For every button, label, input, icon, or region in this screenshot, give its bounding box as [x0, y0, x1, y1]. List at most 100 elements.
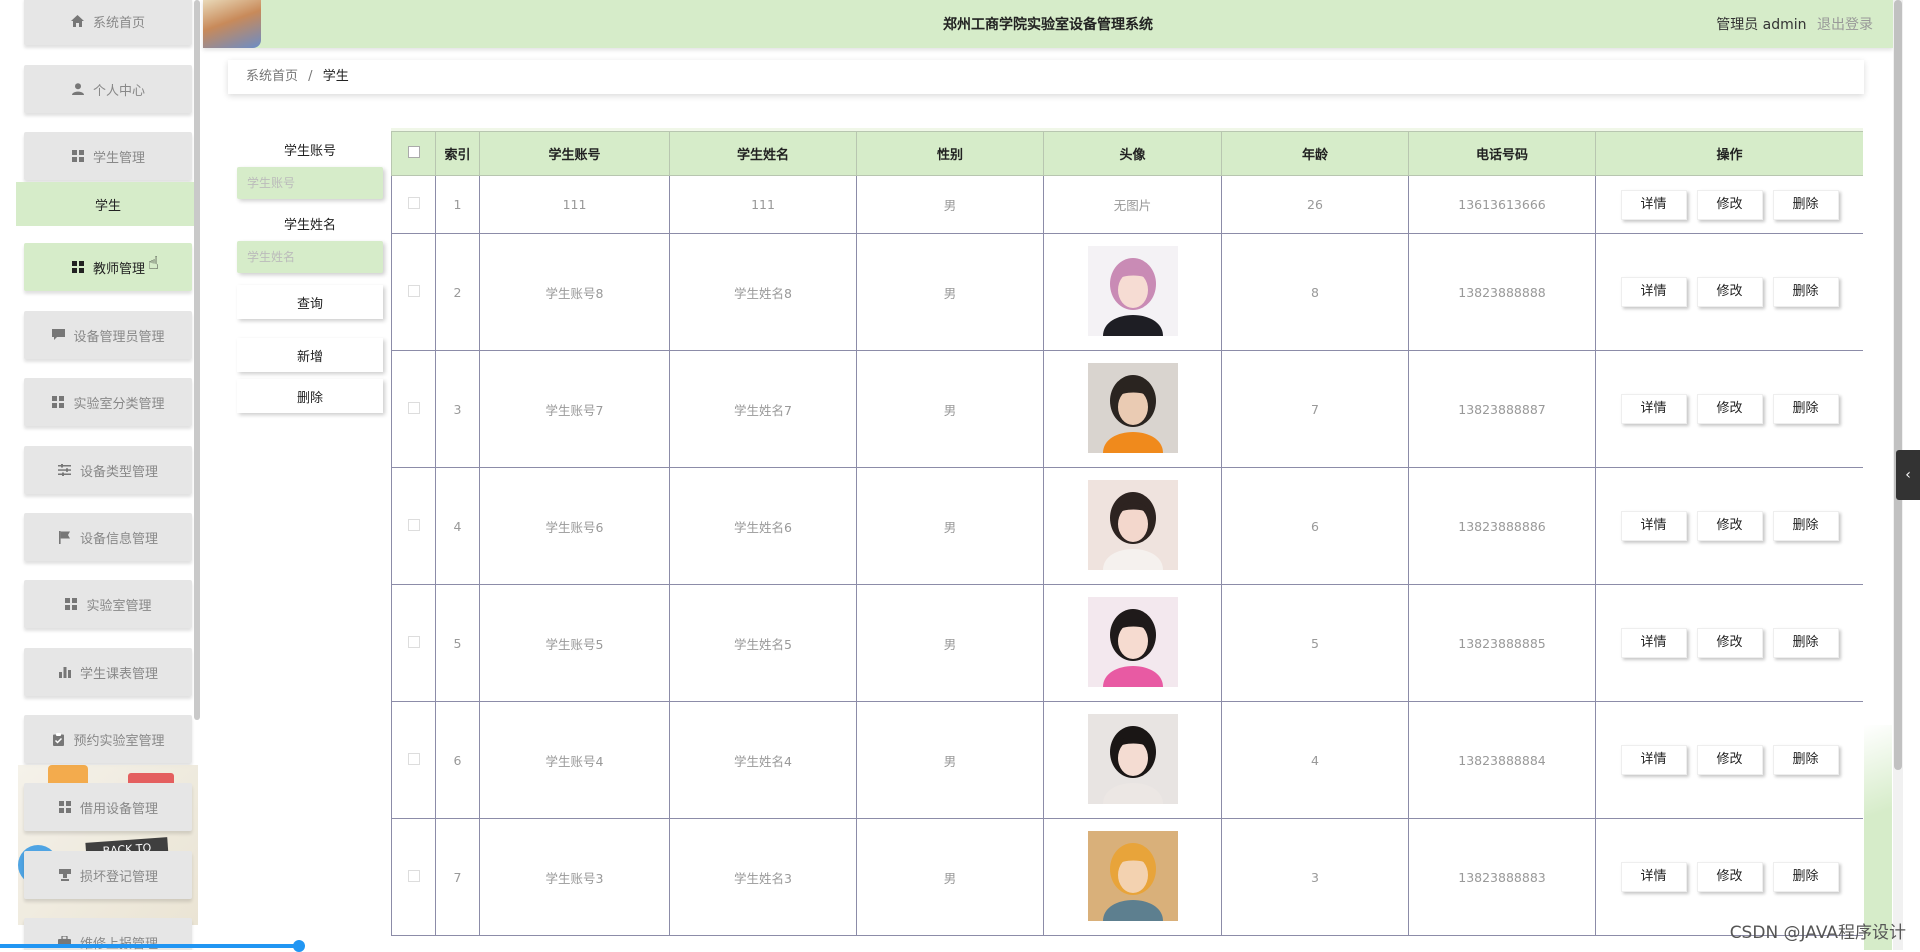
cell-account: 学生账号3	[479, 818, 670, 936]
cell-name: 学生姓名4	[669, 701, 857, 819]
cell-age: 5	[1221, 584, 1409, 702]
batch-delete-button[interactable]: 删除	[237, 379, 383, 413]
edit-button[interactable]: 修改	[1696, 862, 1763, 892]
video-progress-bar[interactable]	[0, 940, 305, 952]
student-avatar-image	[1087, 830, 1178, 921]
table-row[interactable]: 4 学生账号6 学生姓名6 男 6 13823888886 详情 修改 删除	[391, 467, 1863, 585]
cell-avatar	[1043, 584, 1222, 702]
sidebar-item-profile[interactable]: 个人中心	[24, 65, 192, 113]
sidebar-item-student-management[interactable]: 学生管理	[24, 132, 192, 180]
row-select-cell[interactable]	[391, 350, 436, 468]
cell-phone: 13823888884	[1408, 701, 1596, 819]
sidebar-item-label: 个人中心	[92, 83, 145, 99]
table-row[interactable]: 7 学生账号3 学生姓名3 男 3 13823888883 详情 修改 删除	[391, 818, 1863, 936]
select-all-header[interactable]	[391, 131, 436, 176]
edit-button[interactable]: 修改	[1696, 394, 1763, 424]
sidebar-item-lab-booking-management[interactable]: 预约实验室管理	[24, 715, 192, 763]
student-account-input[interactable]	[237, 167, 383, 199]
cell-age: 6	[1221, 467, 1409, 585]
sidebar-item-borrow-device-management[interactable]: 借用设备管理	[24, 783, 192, 831]
sidebar-item-lab-management[interactable]: 实验室管理	[24, 580, 192, 628]
edit-button[interactable]: 修改	[1696, 628, 1763, 658]
table-row[interactable]: 5 学生账号5 学生姓名5 男 5 13823888885 详情 修改 删除	[391, 584, 1863, 702]
detail-button[interactable]: 详情	[1620, 745, 1687, 775]
delete-button[interactable]: 删除	[1772, 189, 1839, 220]
table-row[interactable]: 1 111 111 男无图片 26 13613613666 详情 修改 删除	[391, 175, 1863, 234]
sidebar-subitem-label: 学生	[94, 198, 121, 214]
edit-button[interactable]: 修改	[1696, 745, 1763, 775]
breadcrumb-home[interactable]: 系统首页	[246, 69, 298, 84]
page-scrollbar-thumb[interactable]	[1894, 0, 1902, 770]
detail-button[interactable]: 详情	[1620, 628, 1687, 658]
edit-button[interactable]: 修改	[1696, 189, 1763, 220]
row-checkbox[interactable]	[407, 197, 420, 209]
cell-avatar	[1043, 467, 1222, 585]
add-button[interactable]: 新增	[237, 338, 383, 372]
row-select-cell[interactable]	[391, 233, 436, 351]
sliders-icon	[58, 463, 72, 477]
row-checkbox[interactable]	[407, 401, 420, 414]
breadcrumb: 系统首页 / 学生	[228, 60, 1864, 94]
sidebar-subitem-student[interactable]: 学生	[16, 182, 200, 226]
cell-gender: 男	[856, 584, 1044, 702]
table-row[interactable]: 2 学生账号8 学生姓名8 男 8 13823888888 详情 修改 删除	[391, 233, 1863, 351]
sidebar-item-lab-category-management[interactable]: 实验室分类管理	[24, 378, 192, 426]
progress-knob[interactable]	[293, 940, 305, 952]
column-header-name: 学生姓名	[669, 131, 857, 176]
row-checkbox[interactable]	[407, 284, 420, 297]
sidebar-item-home[interactable]: 系统首页	[24, 0, 192, 45]
sidebar-item-schedule-management[interactable]: 学生课表管理	[24, 648, 192, 696]
query-button[interactable]: 查询	[237, 285, 383, 319]
cell-name: 学生姓名6	[669, 467, 857, 585]
sidebar-item-device-info-management[interactable]: 设备信息管理	[24, 513, 192, 561]
delete-button[interactable]: 删除	[1772, 628, 1839, 658]
cell-avatar	[1043, 233, 1222, 351]
sidebar-item-damage-registration-management[interactable]: 损坏登记管理	[24, 851, 192, 899]
select-all-checkbox[interactable]	[407, 145, 420, 158]
delete-button[interactable]: 删除	[1772, 862, 1839, 892]
cell-age: 8	[1221, 233, 1409, 351]
edit-button[interactable]: 修改	[1696, 511, 1763, 541]
row-select-cell[interactable]	[391, 467, 436, 585]
column-header-phone: 电话号码	[1408, 131, 1596, 176]
sidebar: 系统首页 个人中心 学生管理 学生 教师管理 设备管理员管理 实验室分类管理 设…	[0, 0, 200, 950]
table-body: 1 111 111 男无图片 26 13613613666 详情 修改 删除 2 学生账号8 学生姓名…	[391, 175, 1863, 936]
detail-button[interactable]: 详情	[1620, 277, 1687, 307]
grid-icon	[58, 800, 72, 814]
detail-button[interactable]: 详情	[1620, 862, 1687, 892]
delete-button[interactable]: 删除	[1772, 277, 1839, 307]
student-name-input[interactable]	[237, 241, 383, 273]
row-select-cell[interactable]	[391, 701, 436, 819]
delete-button[interactable]: 删除	[1772, 394, 1839, 424]
grid-icon	[71, 260, 85, 274]
collapse-panel-button[interactable]: ‹	[1896, 450, 1920, 500]
sidebar-item-label: 设备信息管理	[79, 531, 158, 547]
logout-link[interactable]: 退出登录	[1817, 17, 1873, 33]
row-select-cell[interactable]	[391, 584, 436, 702]
cell-index: 5	[435, 584, 480, 702]
sidebar-item-label: 借用设备管理	[79, 801, 158, 817]
row-select-cell[interactable]	[391, 175, 436, 234]
column-header-avatar: 头像	[1043, 131, 1222, 176]
row-checkbox[interactable]	[407, 518, 420, 531]
sidebar-scrollbar[interactable]	[194, 0, 200, 720]
row-checkbox[interactable]	[407, 869, 420, 882]
row-checkbox[interactable]	[407, 635, 420, 648]
detail-button[interactable]: 详情	[1620, 189, 1687, 220]
row-select-cell[interactable]	[391, 818, 436, 936]
cell-phone: 13823888887	[1408, 350, 1596, 468]
table-row[interactable]: 3 学生账号7 学生姓名7 男 7 13823888887 详情 修改 删除	[391, 350, 1863, 468]
table-row[interactable]: 6 学生账号4 学生姓名4 男 4 13823888884 详情 修改 删除	[391, 701, 1863, 819]
sidebar-item-device-type-management[interactable]: 设备类型管理	[24, 446, 192, 494]
sidebar-item-device-admin-management[interactable]: 设备管理员管理	[24, 311, 192, 359]
row-checkbox[interactable]	[407, 752, 420, 765]
student-avatar-image	[1087, 596, 1178, 687]
detail-button[interactable]: 详情	[1620, 394, 1687, 424]
sidebar-item-teacher-management[interactable]: 教师管理	[24, 243, 192, 291]
detail-button[interactable]: 详情	[1620, 511, 1687, 541]
edit-button[interactable]: 修改	[1696, 277, 1763, 307]
delete-button[interactable]: 删除	[1772, 511, 1839, 541]
user-icon	[71, 82, 85, 96]
delete-button[interactable]: 删除	[1772, 745, 1839, 775]
cell-index: 3	[435, 350, 480, 468]
